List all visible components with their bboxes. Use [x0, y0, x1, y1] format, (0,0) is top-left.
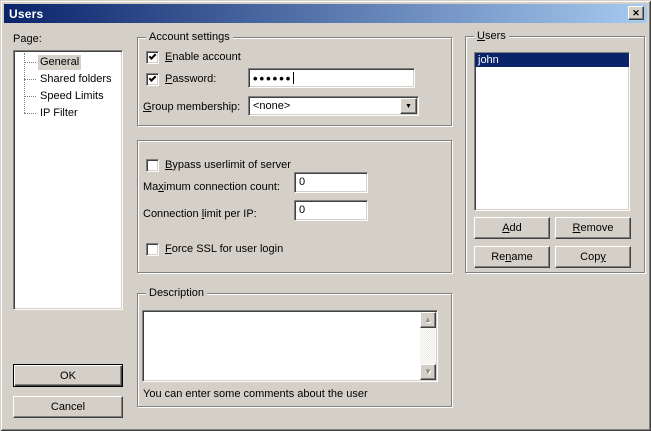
- password-input[interactable]: ••••••: [248, 68, 415, 88]
- scroll-down-button[interactable]: ▼: [420, 364, 436, 380]
- user-list-item[interactable]: john: [475, 53, 629, 67]
- force-ssl-label: Force SSL for user login: [165, 243, 283, 256]
- max-connection-count-label: Maximum connection count:: [143, 181, 280, 194]
- remove-user-button[interactable]: Remove: [555, 217, 631, 239]
- close-icon: ✕: [632, 9, 640, 18]
- copy-user-button[interactable]: Copy: [555, 246, 631, 268]
- scroll-up-icon: ▲: [424, 316, 432, 324]
- max-connection-count-input[interactable]: 0: [294, 172, 368, 193]
- scroll-down-icon: ▼: [424, 368, 432, 376]
- description-group: Description ▲ ▼ You can enter some comme…: [137, 293, 452, 407]
- description-scrollbar[interactable]: ▲ ▼: [420, 312, 436, 380]
- ok-button[interactable]: OK: [13, 364, 123, 387]
- tree-item-speed-limits[interactable]: Speed Limits: [14, 88, 122, 105]
- bypass-userlimit-label: Bypass userlimit of server: [165, 159, 291, 172]
- group-membership-value: <none>: [249, 97, 418, 113]
- checkmark-icon: [149, 52, 157, 60]
- users-listbox[interactable]: john: [474, 52, 630, 211]
- enable-account-label: Enable account: [165, 51, 241, 64]
- password-label: Password:: [165, 73, 216, 86]
- tree-item-label: General: [38, 55, 81, 70]
- rename-user-button[interactable]: Rename: [474, 246, 550, 268]
- tree-item-label: IP Filter: [38, 106, 80, 121]
- tree-item-ip-filter[interactable]: IP Filter: [14, 105, 122, 122]
- cancel-button[interactable]: Cancel: [13, 396, 123, 418]
- connection-limit-per-ip-value: 0: [299, 204, 305, 216]
- bypass-userlimit-checkbox[interactable]: [146, 159, 159, 172]
- password-value: ••••••: [253, 71, 292, 86]
- users-group: Users john Add Remove Rename Copy: [465, 36, 645, 273]
- group-membership-label: Group membership:: [143, 101, 240, 114]
- page-label: Page:: [13, 33, 42, 46]
- tree-item-general[interactable]: General: [14, 54, 122, 71]
- text-caret: [293, 72, 294, 84]
- connection-limit-per-ip-input[interactable]: 0: [294, 200, 368, 221]
- user-name: john: [478, 54, 499, 66]
- checkmark-icon: [149, 74, 157, 82]
- group-membership-combobox[interactable]: <none> ▼: [248, 96, 419, 116]
- connection-limits-group: Bypass userlimit of server Maximum conne…: [137, 140, 452, 273]
- users-title: Users: [474, 30, 509, 43]
- description-title: Description: [146, 287, 207, 300]
- tree-item-label: Speed Limits: [38, 89, 106, 104]
- enable-account-checkbox[interactable]: [146, 51, 159, 64]
- tree-item-label: Shared folders: [38, 72, 114, 87]
- title-bar[interactable]: Users ✕: [4, 4, 647, 23]
- chevron-down-icon: ▼: [405, 103, 412, 110]
- add-user-button[interactable]: Add: [474, 217, 550, 239]
- max-connection-count-value: 0: [299, 176, 305, 188]
- combo-dropdown-button[interactable]: ▼: [400, 98, 417, 114]
- tree-item-shared-folders[interactable]: Shared folders: [14, 71, 122, 88]
- scroll-up-button[interactable]: ▲: [420, 312, 436, 328]
- window-title: Users: [9, 7, 43, 21]
- account-settings-title: Account settings: [146, 31, 233, 44]
- password-checkbox[interactable]: [146, 73, 159, 86]
- connection-limit-per-ip-label: Connection limit per IP:: [143, 208, 257, 221]
- description-hint: You can enter some comments about the us…: [143, 388, 368, 401]
- users-dialog: Users ✕ Page: General Shared folders Spe…: [0, 0, 651, 431]
- account-settings-group: Account settings Enable account Password…: [137, 37, 452, 126]
- close-button[interactable]: ✕: [628, 6, 644, 20]
- page-tree[interactable]: General Shared folders Speed Limits IP F…: [13, 50, 123, 310]
- force-ssl-checkbox[interactable]: [146, 243, 159, 256]
- description-textarea[interactable]: ▲ ▼: [142, 310, 438, 382]
